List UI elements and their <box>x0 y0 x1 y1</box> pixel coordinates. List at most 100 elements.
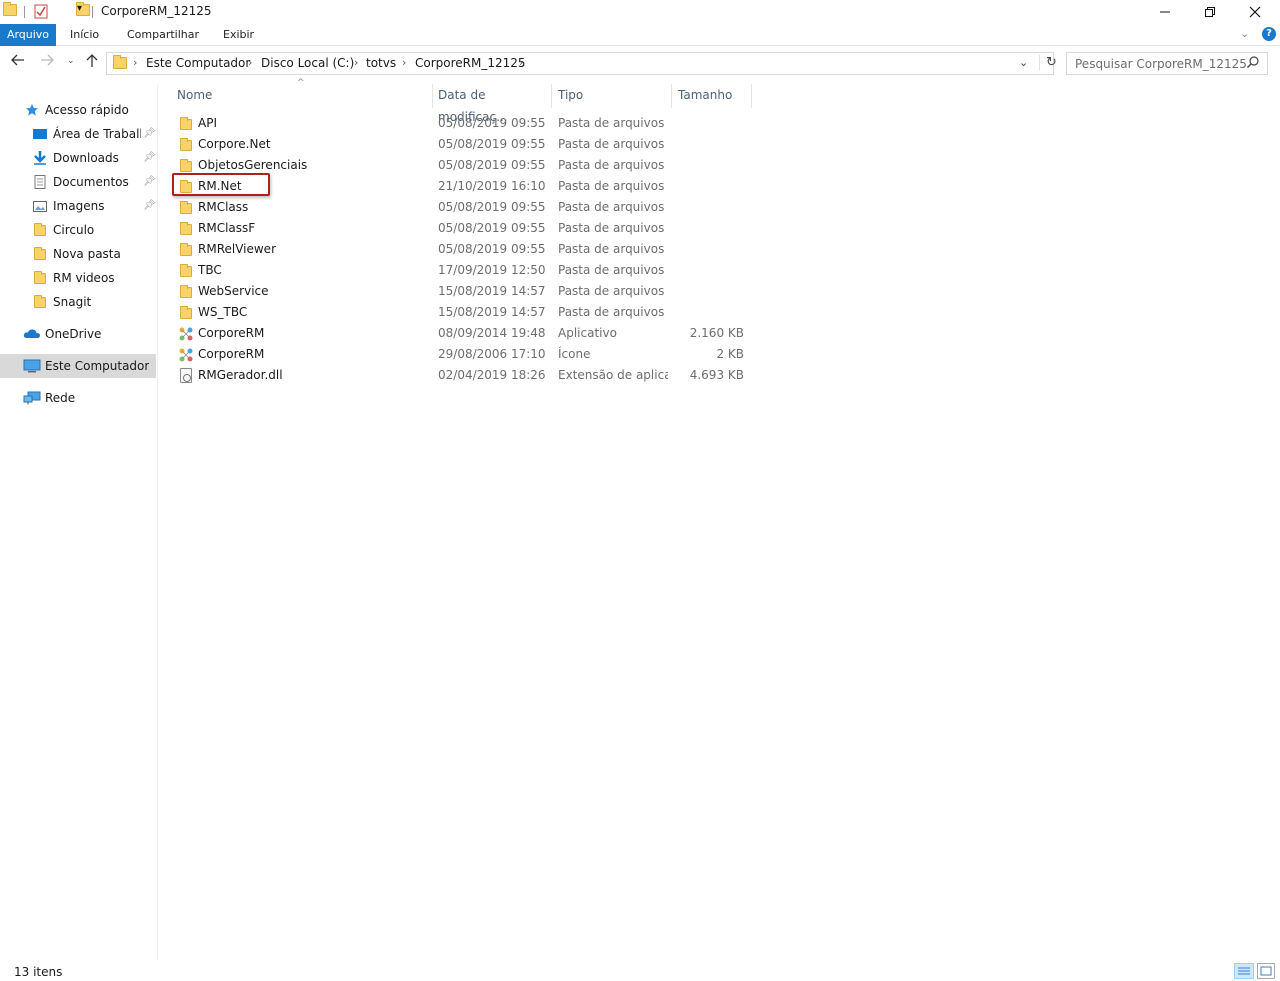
details-view-button[interactable] <box>1234 963 1254 979</box>
sidebar-item-snagit[interactable]: Snagit <box>0 290 156 314</box>
file-row[interactable]: RMGerador.dll 02/04/2019 18:26 Extensão de… <box>172 365 752 386</box>
breadcrumb-disco-local[interactable]: Disco Local (C:) <box>261 56 354 70</box>
file-name: RMRelViewer <box>198 242 276 256</box>
file-size: 4.693 KB <box>689 368 744 382</box>
file-name: WebService <box>198 284 269 298</box>
folder-icon <box>34 295 46 308</box>
quick-access-dropdown-icon[interactable]: ▾ <box>77 3 82 14</box>
breadcrumb-corporerm[interactable]: CorporeRM_12125 <box>415 56 526 70</box>
pin-icon[interactable]: 📌︎ <box>143 170 156 194</box>
breadcrumb-separator[interactable]: › <box>519 56 523 69</box>
breadcrumb-este-computador[interactable]: Este Computador <box>146 56 250 70</box>
sidebar-item-rm-videos[interactable]: RM videos <box>0 266 156 290</box>
folder-icon <box>180 243 192 256</box>
sidebar-item-onedrive[interactable]: OneDrive <box>0 322 156 346</box>
pin-icon[interactable]: 📌︎ <box>143 122 156 146</box>
help-icon[interactable]: ? <box>1262 27 1276 41</box>
tab-compartilhar[interactable]: Compartilhar <box>127 24 199 46</box>
pin-icon[interactable]: 📌︎ <box>143 146 156 170</box>
tab-arquivo[interactable]: Arquivo <box>0 24 56 46</box>
sidebar-item-imagens[interactable]: Imagens 📌︎ <box>0 194 156 218</box>
tab-inicio[interactable]: Início <box>70 24 99 46</box>
close-button[interactable] <box>1232 0 1278 24</box>
sidebar-item-downloads[interactable]: Downloads 📌︎ <box>0 146 156 170</box>
refresh-icon[interactable]: ↻ <box>1039 55 1057 70</box>
sidebar-item-documentos[interactable]: Documentos 📌︎ <box>0 170 156 194</box>
sidebar-item-nova-pasta[interactable]: Nova pasta <box>0 242 156 266</box>
sidebar-item-este-computador[interactable]: Este Computador <box>0 354 156 378</box>
pin-icon[interactable]: 📌︎ <box>143 194 156 218</box>
sidebar-item-label: Snagit <box>53 295 92 309</box>
file-row[interactable]: RMClassF 05/08/2019 09:55 Pasta de arquivo… <box>172 218 752 239</box>
window-title: CorporeRM_12125 <box>101 4 212 18</box>
properties-checkmark-icon[interactable] <box>34 3 48 19</box>
column-divider[interactable] <box>551 84 552 108</box>
file-row[interactable]: TBC 17/09/2019 12:50 Pasta de arquivos <box>172 260 752 281</box>
breadcrumb-separator[interactable]: › <box>133 56 137 69</box>
column-divider[interactable] <box>671 84 672 108</box>
file-row[interactable]: Corpore.Net 05/08/2019 09:55 Pasta de arqu… <box>172 134 752 155</box>
column-header-size[interactable]: Tamanho <box>678 84 748 108</box>
up-arrow-icon[interactable] <box>86 54 98 72</box>
address-bar[interactable]: › Este Computador › Disco Local (C:) › t… <box>106 52 1057 75</box>
breadcrumb-separator[interactable]: › <box>248 56 252 69</box>
minimize-icon <box>1160 11 1170 13</box>
column-header-name[interactable]: Nome <box>177 84 427 108</box>
file-date: 02/04/2019 18:26 <box>438 368 546 382</box>
minimize-button[interactable] <box>1142 0 1188 24</box>
column-divider[interactable] <box>432 84 433 108</box>
network-icon <box>23 391 41 405</box>
large-icons-view-icon <box>1260 966 1272 976</box>
ribbon-expand-chevron-icon[interactable]: ⌄ <box>1240 27 1249 40</box>
sidebar-item-acesso-rapido[interactable]: Acesso rápido <box>0 98 156 122</box>
large-icons-view-button[interactable] <box>1257 963 1275 979</box>
file-row[interactable]: WebService 15/08/2019 14:57 Pasta de arqui… <box>172 281 752 302</box>
file-size: 2.160 KB <box>689 326 744 340</box>
sidebar-item-label: Área de Trabalho <box>53 127 141 141</box>
file-type: Extensão de aplica... <box>558 368 668 382</box>
computer-icon <box>23 359 41 373</box>
file-size: 2 KB <box>716 347 744 361</box>
recent-locations-chevron-icon[interactable]: ⌄ <box>67 56 75 66</box>
desktop-icon <box>33 129 47 139</box>
file-name: TBC <box>198 263 222 277</box>
download-arrow-icon <box>34 151 46 165</box>
breadcrumb-separator[interactable]: › <box>402 56 406 69</box>
file-date: 17/09/2019 12:50 <box>438 263 546 277</box>
file-row[interactable]: CorporeRM 08/09/2014 19:48 Aplicativo 2.160… <box>172 323 752 344</box>
breadcrumb-separator[interactable]: › <box>354 56 358 69</box>
sidebar-item-circulo[interactable]: Circulo <box>0 218 156 242</box>
ribbon-tabs: Arquivo Início Compartilhar Exibir ⌄ ? <box>0 24 1280 46</box>
folder-icon <box>34 271 46 284</box>
sidebar-item-area-de-trabalho[interactable]: Área de Trabalho 📌︎ <box>0 122 156 146</box>
file-row[interactable]: WS_TBC 15/08/2019 14:57 Pasta de arquivos <box>172 302 752 323</box>
file-row[interactable]: RMRelViewer 05/08/2019 09:55 Pasta de arqu… <box>172 239 752 260</box>
sidebar-item-rede[interactable]: Rede <box>0 386 156 410</box>
forward-arrow-icon[interactable] <box>40 54 54 70</box>
sidebar-item-label: Imagens <box>53 199 105 213</box>
file-date: 08/09/2014 19:48 <box>438 326 546 340</box>
folder-icon <box>34 223 46 236</box>
tab-exibir[interactable]: Exibir <box>223 24 254 46</box>
file-row[interactable]: API 05/08/2019 09:55 Pasta de arquivos <box>172 113 752 134</box>
column-header-date[interactable]: Data de modificaç... <box>438 84 548 124</box>
address-dropdown-icon[interactable]: ⌄ <box>1019 56 1028 69</box>
file-row[interactable]: CorporeRM 29/08/2006 17:10 Ícone 2 KB <box>172 344 752 365</box>
file-row[interactable]: RMClass 05/08/2019 09:55 Pasta de arquivos <box>172 197 752 218</box>
sidebar-item-label: RM videos <box>53 271 115 285</box>
file-type: Pasta de arquivos <box>558 263 665 277</box>
file-date: 21/10/2019 16:10 <box>438 179 546 193</box>
file-date: 05/08/2019 09:55 <box>438 158 546 172</box>
details-view-icon <box>1238 967 1250 975</box>
cloud-icon <box>23 329 40 338</box>
search-icon[interactable] <box>1247 56 1259 72</box>
sidebar-item-label: Nova pasta <box>53 247 121 261</box>
sidebar-item-label: Acesso rápido <box>45 103 129 117</box>
folder-icon <box>180 306 192 319</box>
search-input[interactable]: Pesquisar CorporeRM_12125 <box>1066 52 1268 75</box>
breadcrumb-totvs[interactable]: totvs <box>366 56 396 70</box>
column-header-type[interactable]: Tipo <box>558 84 658 108</box>
column-divider[interactable] <box>751 84 752 108</box>
restore-button[interactable] <box>1187 0 1233 24</box>
back-arrow-icon[interactable] <box>11 54 25 70</box>
